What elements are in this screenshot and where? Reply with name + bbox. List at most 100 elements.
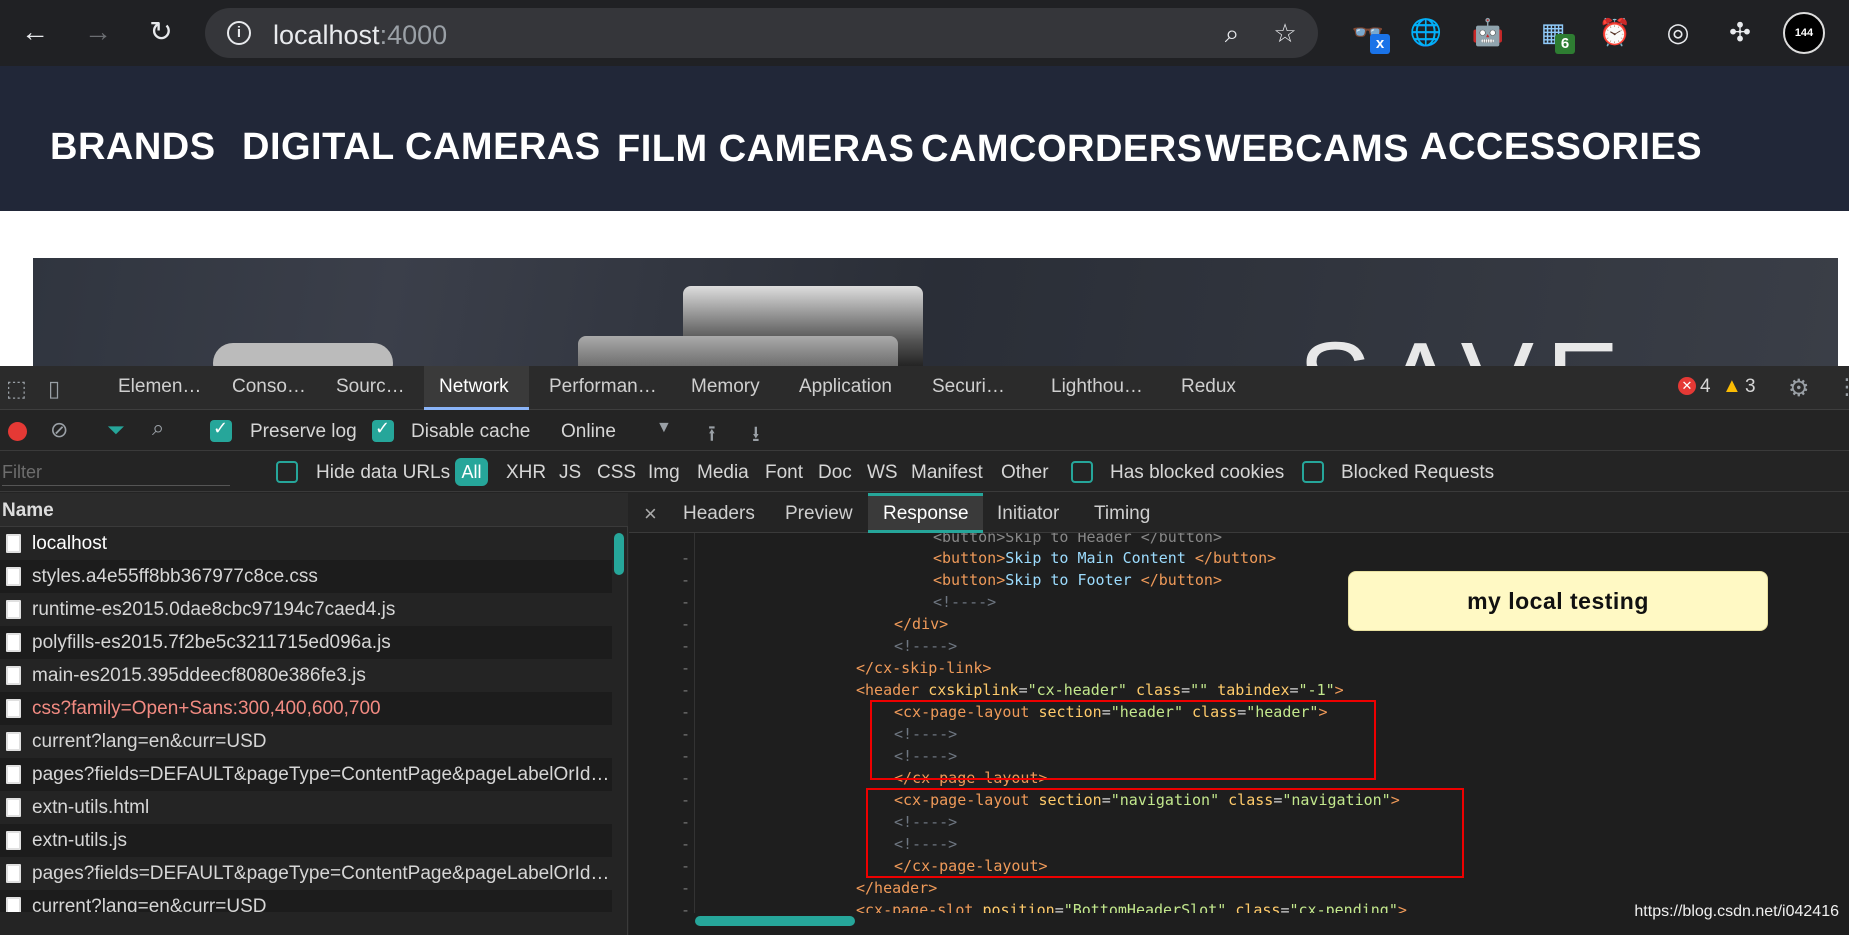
scrollbar-thumb[interactable] [614, 533, 624, 575]
nav-brands[interactable]: BRANDS [50, 126, 216, 169]
type-filter-doc[interactable]: Doc [818, 462, 852, 484]
tab-initiator[interactable]: Initiator [997, 503, 1059, 525]
request-list-scrollbar[interactable] [612, 527, 626, 935]
chevron-down-icon[interactable]: ▼ [656, 419, 672, 437]
url-text[interactable]: localhost:4000 [273, 20, 447, 51]
document-file-icon [6, 600, 21, 619]
filter-funnel-icon[interactable]: ⏷ [107, 417, 125, 443]
tab-application[interactable]: Application [799, 376, 892, 398]
throttle-select[interactable]: Online [561, 421, 616, 443]
type-filter-css[interactable]: CSS [597, 462, 636, 484]
type-filter-js[interactable]: JS [559, 462, 581, 484]
hide-data-urls-label: Hide data URLs [316, 462, 451, 483]
request-row[interactable]: extn-utils.js [0, 824, 612, 857]
nav-camcorders[interactable]: CAMCORDERS [921, 128, 1203, 171]
bookmark-star-icon[interactable]: ☆ [1270, 18, 1300, 48]
type-filter-all[interactable]: All [455, 458, 488, 486]
request-row[interactable]: styles.a4e55ff8bb367977c8ce.css [0, 560, 612, 593]
extension-alarm-icon[interactable]: ⏰ [1597, 14, 1633, 50]
extension-table-icon[interactable]: ▦ 6 [1535, 14, 1575, 54]
browser-toolbar: ← → ↻ i localhost:4000 ⌕ ☆ 👓 x 🌐 🤖 ▦ 6 ⏰… [0, 0, 1849, 66]
tab-network[interactable]: Network [439, 376, 509, 398]
document-file-icon [6, 732, 21, 751]
forward-arrow-icon[interactable]: → [80, 14, 116, 50]
tab-response[interactable]: Response [883, 503, 969, 525]
address-bar[interactable]: i localhost:4000 ⌕ ☆ [205, 8, 1318, 58]
clear-icon[interactable]: ⊘ [50, 417, 68, 443]
nav-digital-cameras[interactable]: DIGITAL CAMERAS [242, 126, 601, 169]
reload-icon[interactable]: ↻ [143, 14, 179, 50]
banner-headline: SAVE [1298, 318, 1631, 366]
blocked-requests-checkbox[interactable] [1302, 461, 1324, 483]
type-filter-other[interactable]: Other [1001, 462, 1049, 484]
import-har-icon[interactable]: ⭱ [708, 417, 716, 455]
tab-redux[interactable]: Redux [1181, 376, 1236, 398]
request-row[interactable]: localhost [0, 527, 612, 560]
request-name: pages?fields=DEFAULT&pageType=ContentPag… [32, 764, 612, 785]
tab-timing[interactable]: Timing [1094, 503, 1150, 525]
tab-performance[interactable]: Performan… [549, 376, 657, 398]
extension-glasses-icon[interactable]: 👓 x [1350, 14, 1390, 54]
type-filter-media[interactable]: Media [697, 462, 749, 484]
extension-robot-icon[interactable]: 🤖 [1470, 14, 1506, 50]
type-filter-font[interactable]: Font [765, 462, 803, 484]
profile-avatar[interactable]: 144 [1783, 12, 1825, 54]
request-row[interactable]: pages?fields=DEFAULT&pageType=ContentPag… [0, 857, 612, 890]
disable-cache-checkbox[interactable] [372, 418, 394, 442]
tab-lighthouse[interactable]: Lighthou… [1051, 376, 1143, 398]
nav-accessories[interactable]: ACCESSORIES [1420, 126, 1702, 169]
tab-headers[interactable]: Headers [683, 503, 755, 525]
tab-sources[interactable]: Sourc… [336, 376, 405, 398]
request-row[interactable]: pages?fields=DEFAULT&pageType=ContentPag… [0, 758, 612, 791]
error-count[interactable]: 4 [1700, 376, 1711, 398]
filter-input[interactable] [2, 460, 230, 486]
type-filter-ws[interactable]: WS [867, 462, 898, 484]
warning-icon[interactable]: ▲ [1722, 375, 1742, 398]
zoom-icon[interactable]: ⌕ [1217, 18, 1247, 48]
request-row[interactable]: extn-utils.html [0, 791, 612, 824]
type-filter-img[interactable]: Img [648, 462, 680, 484]
type-filter-manifest[interactable]: Manifest [911, 462, 983, 484]
tab-preview[interactable]: Preview [785, 503, 853, 525]
request-row[interactable]: main-es2015.395ddeecf8080e386fe3.js [0, 659, 612, 692]
site-info-icon[interactable]: i [227, 21, 251, 45]
network-filter-bar: Hide data URLs All XHR JS CSS Img Media … [0, 452, 1849, 492]
request-name: runtime-es2015.0dae8cbc97194c7caed4.js [32, 599, 396, 620]
extension-target-icon[interactable]: ◎ [1660, 14, 1696, 50]
request-row[interactable]: css?family=Open+Sans:300,400,600,700 [0, 692, 612, 725]
nav-film-cameras[interactable]: FILM CAMERAS [617, 128, 914, 171]
has-blocked-cookies-label: Has blocked cookies [1110, 462, 1285, 483]
request-row[interactable]: current?lang=en&curr=USD [0, 725, 612, 758]
preserve-log-checkbox[interactable] [210, 418, 232, 442]
search-icon[interactable]: ⌕ [152, 415, 164, 441]
export-har-icon[interactable]: ⭳ [752, 417, 760, 455]
tab-security[interactable]: Securi… [932, 376, 1005, 398]
tab-memory[interactable]: Memory [691, 376, 760, 398]
settings-gear-icon[interactable]: ⚙ [1788, 374, 1810, 403]
inspect-element-icon[interactable]: ⬚ [6, 376, 27, 402]
tab-console[interactable]: Conso… [232, 376, 306, 398]
nav-webcams[interactable]: WEBCAMS [1205, 128, 1409, 171]
extensions-puzzle-icon[interactable]: ✣ [1722, 14, 1758, 50]
warning-count[interactable]: 3 [1745, 376, 1756, 398]
hide-data-urls-checkbox[interactable] [276, 461, 298, 483]
hero-banner[interactable]: SAVE [33, 258, 1838, 366]
request-name: extn-utils.html [32, 797, 150, 818]
tab-elements[interactable]: Elemen… [118, 376, 201, 398]
device-toolbar-icon[interactable]: ▯ [48, 376, 60, 402]
url-port: :4000 [379, 20, 448, 50]
name-column-header[interactable]: Name [0, 493, 628, 527]
request-row[interactable]: current?lang=en&curr=USD [0, 890, 612, 912]
type-filter-xhr[interactable]: XHR [506, 462, 546, 484]
request-row[interactable]: polyfills-es2015.7f2be5c3211715ed096a.js [0, 626, 612, 659]
back-arrow-icon[interactable]: ← [17, 14, 53, 50]
document-file-icon [6, 765, 21, 784]
more-options-icon[interactable]: ⋮ [1836, 374, 1849, 400]
extension-globe-icon[interactable]: 🌐 [1408, 14, 1444, 50]
request-row[interactable]: runtime-es2015.0dae8cbc97194c7caed4.js [0, 593, 612, 626]
error-icon[interactable]: ✕ [1678, 377, 1696, 395]
has-blocked-cookies-checkbox[interactable] [1071, 461, 1093, 483]
record-icon[interactable] [8, 422, 27, 441]
scrollbar-thumb[interactable] [695, 916, 855, 926]
close-icon[interactable]: × [644, 501, 657, 527]
